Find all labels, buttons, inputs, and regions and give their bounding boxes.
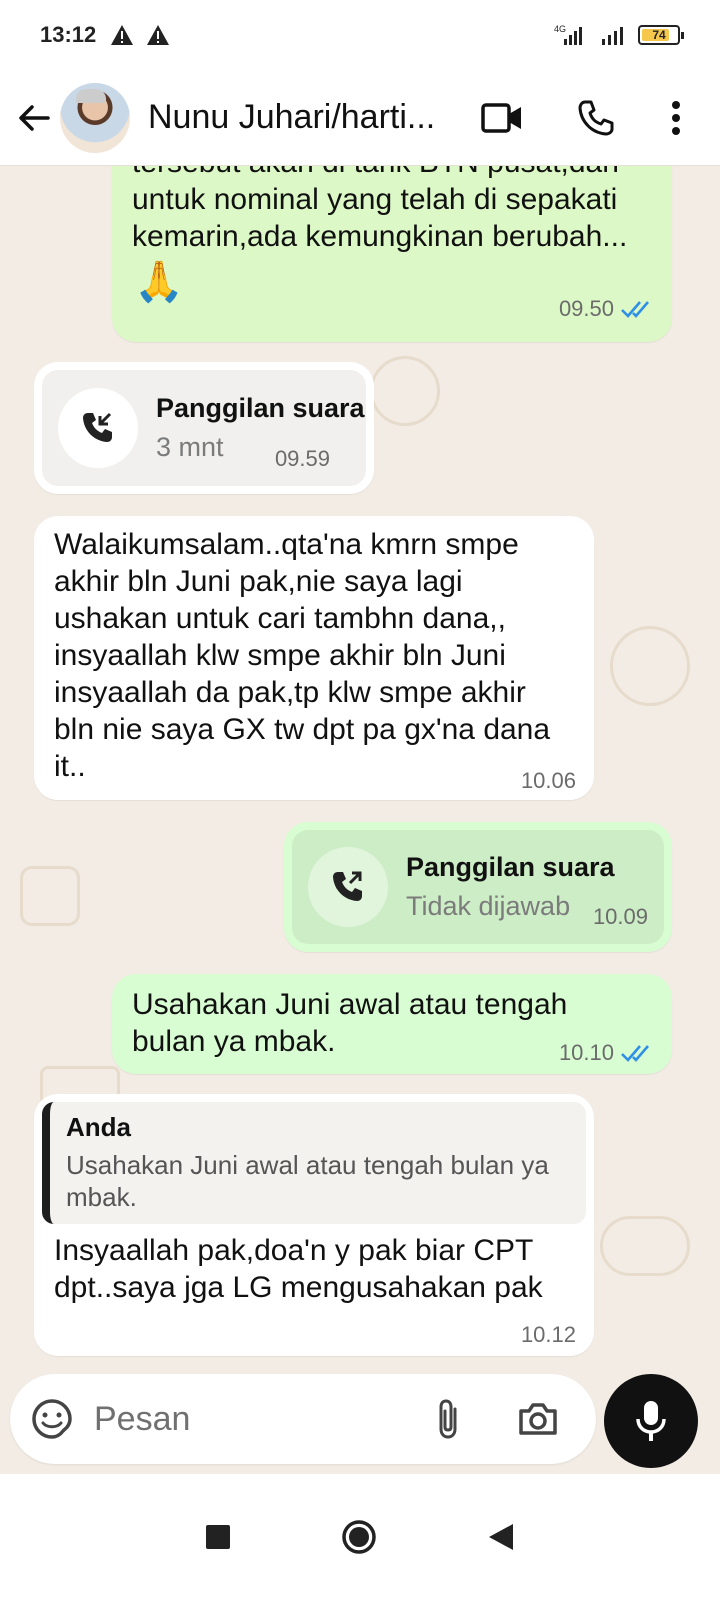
message-meta: 10.06 [521,768,576,794]
camera-icon[interactable] [516,1397,560,1441]
attach-icon[interactable] [426,1397,470,1441]
signal-icon [602,27,623,45]
message-composer [10,1374,596,1464]
arrow-back-icon[interactable] [14,98,54,138]
phone-icon[interactable] [574,96,618,140]
message-meta: 09.50 [559,296,654,322]
warning-icon [111,25,134,45]
quoted-message[interactable]: Anda Usahakan Juni awal atau tengah bula… [42,1102,586,1224]
incoming-call-message[interactable]: Panggilan suara 3 mnt 09.59 [34,362,374,494]
read-ticks-icon [621,301,649,318]
call-title: Panggilan suara [406,852,615,882]
message-meta: 10.10 [559,1040,654,1066]
battery-icon: 74 [638,25,684,45]
message-meta: 10.09 [593,904,648,930]
battery-level: 74 [652,28,666,42]
network-label: 4G [554,24,566,34]
outgoing-message[interactable]: Usahakan Juni awal atau tengah bulan ya … [112,974,672,1074]
message-time: 10.06 [520,768,576,793]
chat-header: Nunu Juhari/harti... [0,70,720,166]
call-duration: 3 mnt [156,432,224,462]
outgoing-message[interactable]: tersebut akan di tarik BTN pusat,dan unt… [112,166,672,342]
message-time: 09.59 [274,446,330,471]
read-ticks-icon [621,1045,649,1062]
incoming-call-icon [58,388,138,468]
system-navigation-bar [0,1474,720,1600]
outgoing-call-icon [308,847,388,927]
wallpaper-doodle [610,626,690,706]
message-text: tersebut akan di tarik BTN pusat,dan unt… [132,166,628,253]
recent-apps-icon[interactable] [205,1524,231,1550]
signal-4g-icon: 4G [554,24,582,45]
wallpaper-doodle [20,866,80,926]
message-list[interactable]: tersebut akan di tarik BTN pusat,dan unt… [0,166,720,1506]
call-title: Panggilan suara [156,393,365,423]
status-bar: 13:12 4G 74 [0,0,720,70]
message-meta: 09.59 [275,446,330,472]
wallpaper-doodle [370,356,440,426]
back-nav-icon[interactable] [487,1522,515,1552]
home-icon[interactable] [341,1519,377,1555]
status-time: 13:12 [40,22,97,47]
contact-avatar[interactable] [60,82,130,153]
message-text: Usahakan Juni awal atau tengah bulan ya … [132,988,568,1058]
message-text: Walaikumsalam..qta'na kmrn smpe akhir bl… [54,528,551,783]
message-time: 10.09 [592,904,648,929]
sticker-icon[interactable] [30,1397,74,1441]
wallpaper-doodle [600,1216,690,1276]
message-time: 10.12 [520,1322,576,1347]
message-input[interactable] [94,1399,414,1439]
message-time: 09.50 [558,296,614,321]
call-status: Tidak dijawab [406,891,571,921]
warning-icon [147,25,170,45]
message-meta: 10.12 [521,1322,576,1348]
mic-button[interactable] [604,1374,698,1468]
quote-author: Anda [66,1112,131,1142]
incoming-message[interactable]: Walaikumsalam..qta'na kmrn smpe akhir bl… [34,516,594,800]
more-vert-icon[interactable] [668,96,684,140]
contact-name[interactable]: Nunu Juhari/harti... [148,98,440,137]
message-time: 10.10 [558,1040,614,1065]
quote-text: Usahakan Juni awal atau tengah bulan ya … [66,1150,549,1212]
incoming-reply-message[interactable]: Anda Usahakan Juni awal atau tengah bula… [34,1094,594,1356]
video-call-icon[interactable] [480,96,524,140]
outgoing-call-message[interactable]: Panggilan suara Tidak dijawab 10.09 [284,822,672,952]
call-card: Panggilan suara 3 mnt 09.59 [42,370,366,486]
call-card: Panggilan suara Tidak dijawab 10.09 [292,830,664,944]
microphone-icon [636,1401,666,1441]
message-text: Insyaallah pak,doa'n y pak biar CPT dpt.… [54,1234,543,1304]
message-emoji: 🙏 [134,260,184,304]
